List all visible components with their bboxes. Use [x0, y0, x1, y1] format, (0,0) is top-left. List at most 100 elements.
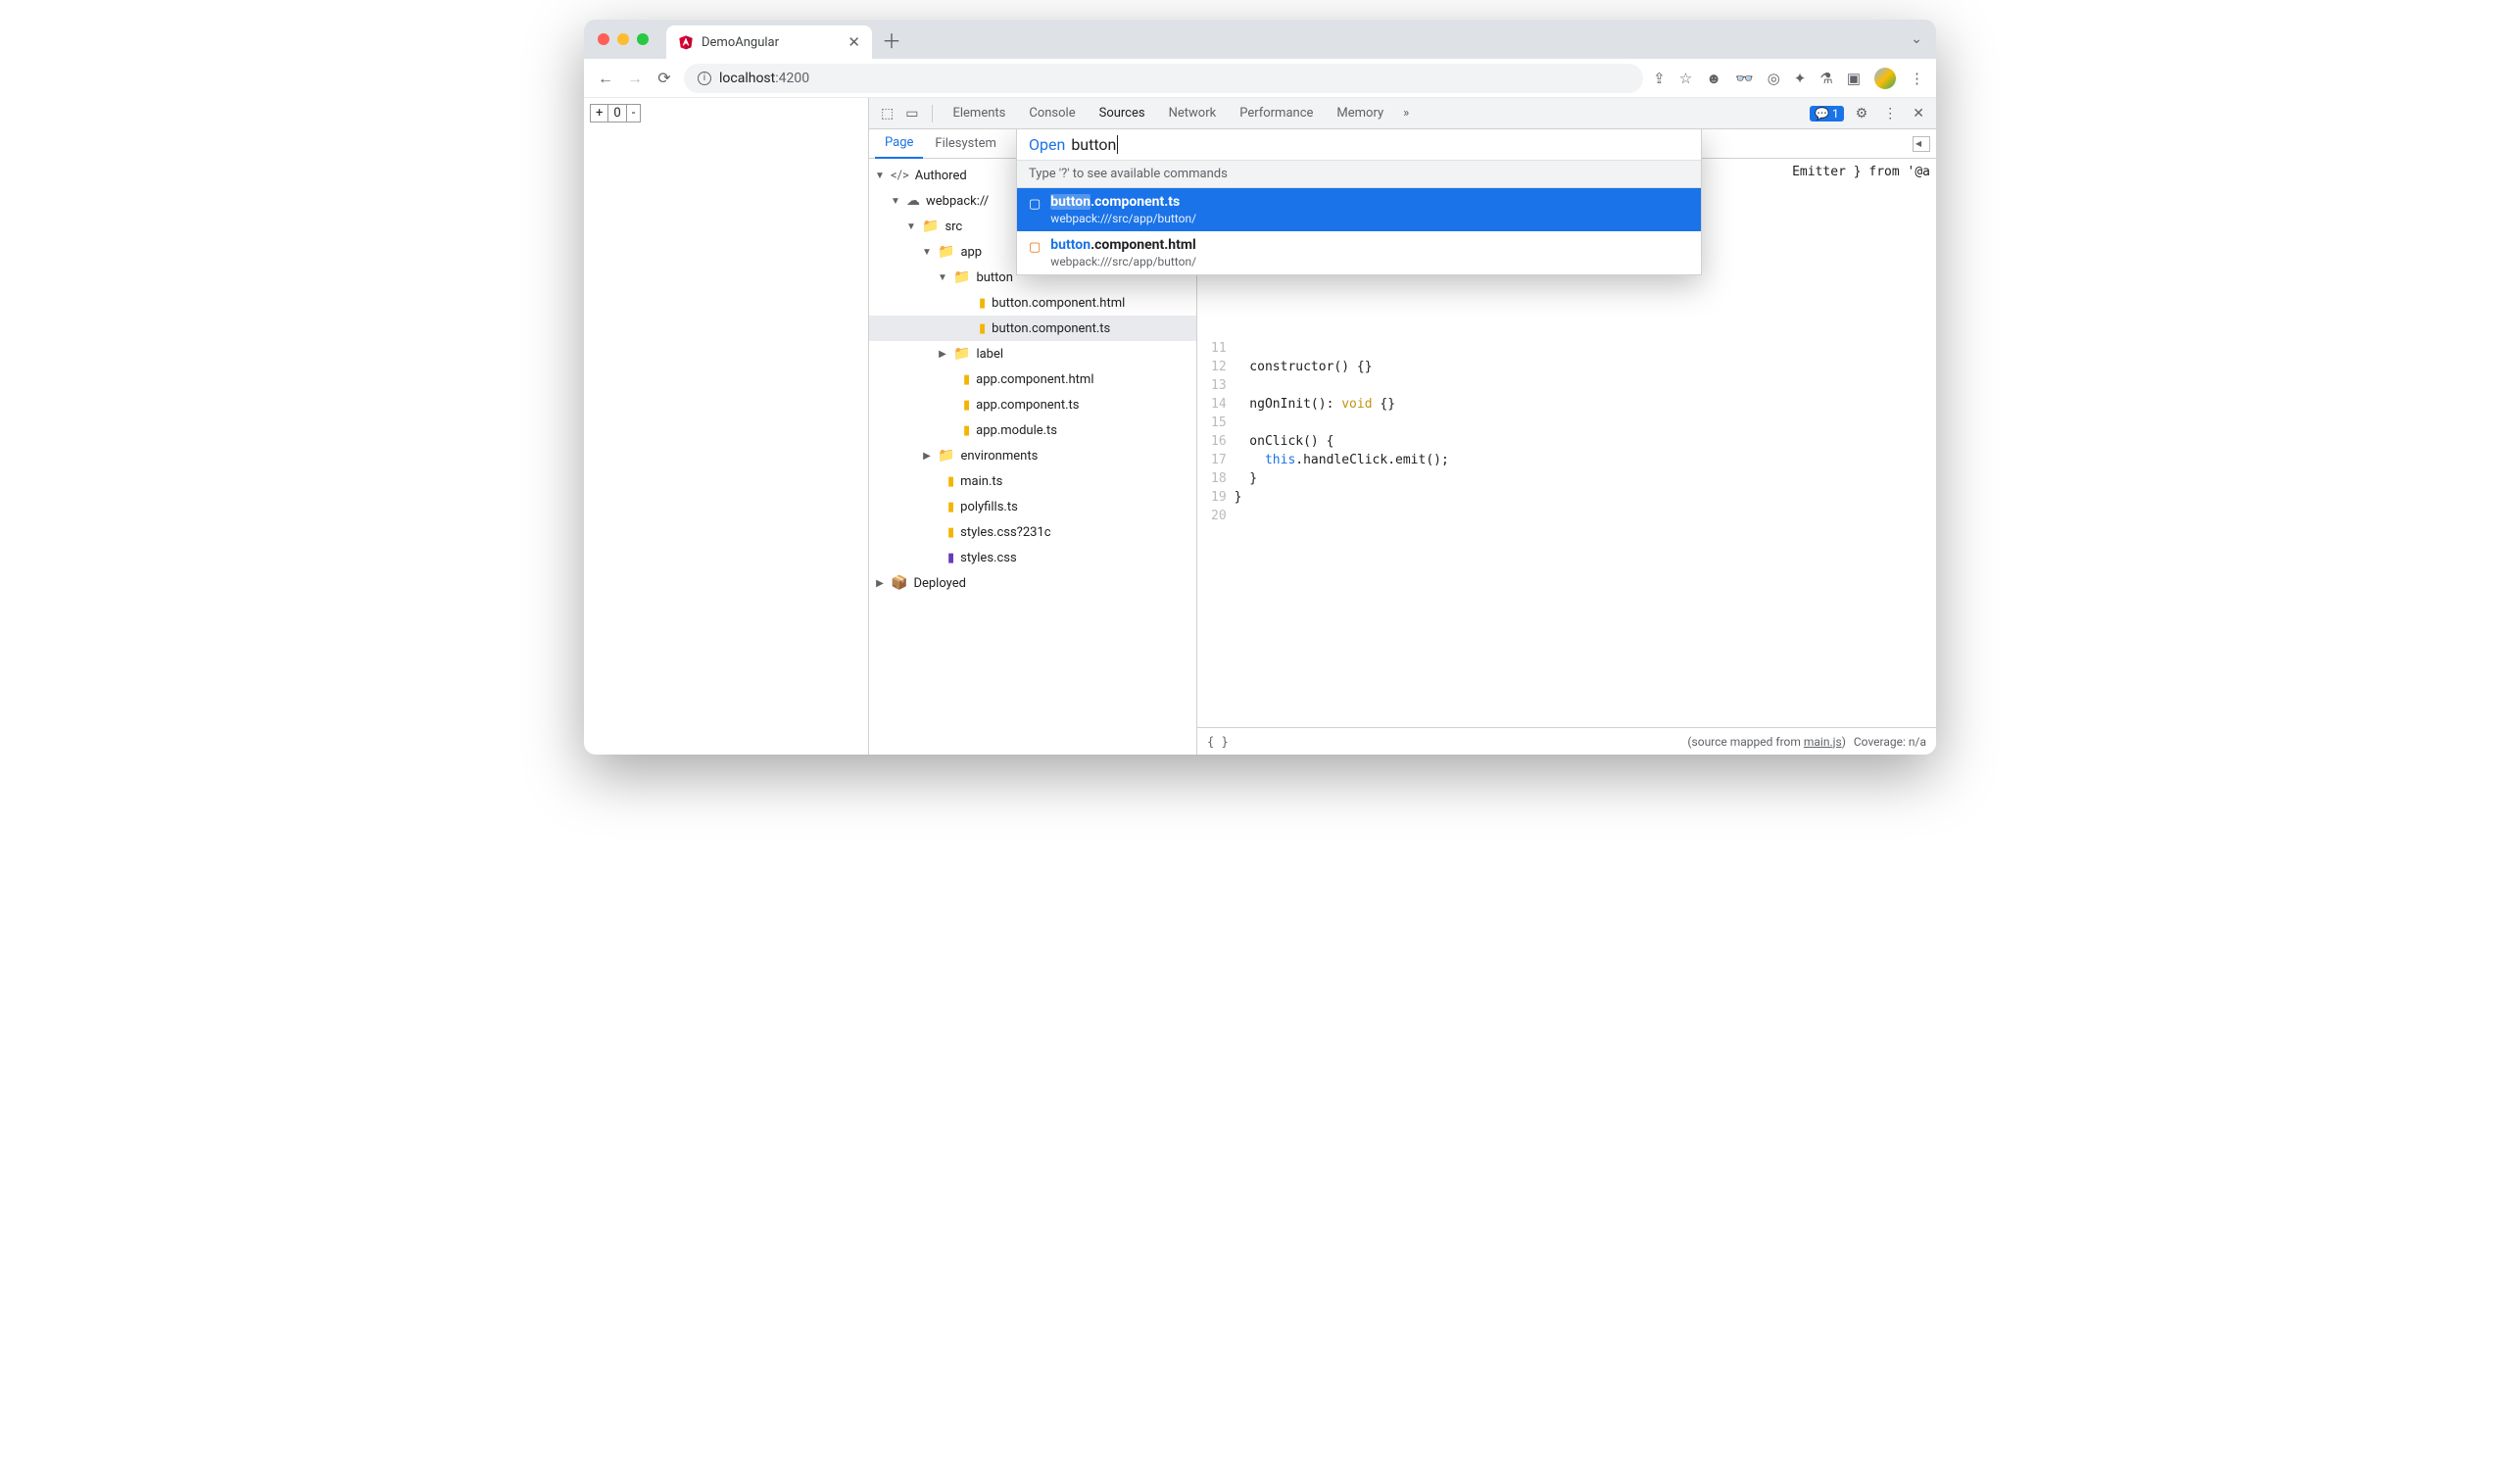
tree-button-ts[interactable]: ▮button.component.ts	[869, 316, 1196, 341]
folder-icon: 📁	[938, 244, 954, 260]
navigator-tab-page[interactable]: Page	[875, 129, 923, 159]
window-titlebar: DemoAngular ✕ ＋ ⌄	[584, 20, 1936, 59]
file-icon: ▮	[947, 525, 954, 540]
browser-menu-icon[interactable]: ⋮	[1910, 70, 1924, 87]
devtools-tabstrip: ⬚ ▭ Elements Console Sources Network Per…	[869, 98, 1936, 129]
address-bar[interactable]: i localhost:4200	[684, 64, 1643, 93]
navigator-tab-filesystem[interactable]: Filesystem	[925, 129, 1006, 158]
code-icon: </>	[891, 169, 909, 183]
tab-memory[interactable]: Memory	[1327, 98, 1393, 129]
pretty-print-button[interactable]: { }	[1207, 735, 1229, 749]
source-map-link[interactable]: main.js	[1804, 735, 1842, 749]
maximize-window-button[interactable]	[637, 33, 649, 45]
cloud-icon: ☁	[906, 193, 920, 209]
tab-performance[interactable]: Performance	[1230, 98, 1323, 129]
file-icon: ▮	[947, 551, 954, 565]
more-tabs-icon[interactable]: »	[1397, 106, 1415, 121]
tree-styles[interactable]: ▮styles.css	[869, 545, 1196, 570]
labs-icon[interactable]: ⚗	[1819, 70, 1832, 87]
quick-open-dialog: Open button Type '?' to see available co…	[1016, 129, 1702, 275]
settings-gear-icon[interactable]: ⚙	[1852, 106, 1872, 122]
extension-icon-3[interactable]: ◎	[1768, 70, 1780, 87]
folder-icon: 📁	[922, 219, 939, 234]
quick-open-label: Open	[1029, 135, 1065, 154]
file-icon: ▮	[979, 321, 986, 336]
tree-environments[interactable]: ▶📁environments	[869, 443, 1196, 468]
minimize-window-button[interactable]	[617, 33, 629, 45]
folder-icon: 📁	[953, 346, 970, 362]
tab-console[interactable]: Console	[1019, 98, 1085, 129]
quick-open-hint: Type '?' to see available commands	[1017, 160, 1701, 188]
quick-open-input[interactable]: Open button	[1017, 129, 1701, 160]
share-icon[interactable]: ⇪	[1653, 70, 1666, 87]
new-tab-button[interactable]: ＋	[882, 25, 901, 54]
tree-app-ts[interactable]: ▮app.component.ts	[869, 392, 1196, 417]
counter-widget: + 0 -	[590, 104, 641, 122]
devtools-panel: ⬚ ▭ Elements Console Sources Network Per…	[868, 98, 1936, 755]
file-icon: ▢	[1029, 240, 1041, 255]
back-button[interactable]: ←	[596, 69, 615, 88]
issues-badge[interactable]: 💬 1	[1810, 106, 1844, 122]
tree-polyfills[interactable]: ▮polyfills.ts	[869, 494, 1196, 519]
tree-app-html[interactable]: ▮app.component.html	[869, 366, 1196, 392]
extensions-puzzle-icon[interactable]: ✦	[1794, 70, 1807, 87]
browser-toolbar: ← → ⟳ i localhost:4200 ⇪ ☆ ☻ 👓 ◎ ✦ ⚗ ▣ ⋮	[584, 59, 1936, 98]
angular-icon	[678, 34, 694, 50]
quick-open-results: ▢ button.component.ts webpack:///src/app…	[1017, 188, 1701, 274]
tree-styles-q[interactable]: ▮styles.css?231c	[869, 519, 1196, 545]
folder-icon: 📁	[938, 448, 954, 464]
editor-statusbar: { } (source mapped from main.js) Coverag…	[1197, 727, 1936, 755]
device-toolbar-icon[interactable]: ▭	[901, 106, 922, 122]
devtools-menu-icon[interactable]: ⋮	[1879, 106, 1901, 122]
package-icon: 📦	[891, 575, 907, 591]
tab-sources[interactable]: Sources	[1090, 98, 1155, 129]
line-gutter: 11121314151617181920	[1197, 335, 1235, 727]
file-icon: ▮	[963, 423, 970, 438]
file-icon: ▮	[963, 398, 970, 413]
sidepanel-icon[interactable]: ▣	[1847, 70, 1861, 87]
tree-app-module[interactable]: ▮app.module.ts	[869, 417, 1196, 443]
tree-deployed[interactable]: ▶📦Deployed	[869, 570, 1196, 596]
toggle-debugger-pane-icon[interactable]	[1913, 136, 1930, 152]
close-tab-icon[interactable]: ✕	[848, 33, 860, 51]
increment-button[interactable]: +	[591, 105, 608, 122]
tree-main-ts[interactable]: ▮main.ts	[869, 468, 1196, 494]
extension-icon-2[interactable]: 👓	[1735, 70, 1754, 87]
counter-value: 0	[608, 105, 626, 122]
forward-button[interactable]: →	[625, 69, 645, 88]
tree-button-html[interactable]: ▮button.component.html	[869, 290, 1196, 316]
web-page-content: + 0 -	[584, 98, 868, 755]
source-mapped-label: (source mapped from main.js)	[1687, 735, 1845, 749]
quick-open-result[interactable]: ▢ button.component.ts webpack:///src/app…	[1017, 188, 1701, 231]
tree-label-folder[interactable]: ▶📁label	[869, 341, 1196, 366]
file-icon: ▢	[1029, 197, 1041, 212]
tab-title: DemoAngular	[702, 35, 840, 50]
file-icon: ▮	[947, 474, 954, 489]
window-controls	[598, 33, 649, 45]
separator	[932, 105, 933, 122]
file-icon: ▮	[947, 500, 954, 514]
partial-top-line: Emitter } from '@a	[1792, 165, 1930, 179]
folder-icon: 📁	[953, 269, 970, 285]
reload-button[interactable]: ⟳	[654, 69, 674, 87]
extension-icon-1[interactable]: ☻	[1706, 70, 1721, 87]
quick-open-result[interactable]: ▢ button.component.html webpack:///src/a…	[1017, 231, 1701, 274]
profile-avatar[interactable]	[1874, 68, 1896, 89]
file-icon: ▮	[963, 372, 970, 387]
code-lines: constructor() {} ngOnInit(): void {} onC…	[1235, 335, 1457, 727]
browser-tab[interactable]: DemoAngular ✕	[666, 25, 872, 59]
inspect-element-icon[interactable]: ⬚	[877, 106, 897, 122]
tab-dropdown-icon[interactable]: ⌄	[1911, 31, 1922, 47]
close-window-button[interactable]	[598, 33, 609, 45]
bookmark-icon[interactable]: ☆	[1679, 70, 1692, 87]
decrement-button[interactable]: -	[627, 105, 641, 122]
coverage-label: Coverage: n/a	[1854, 735, 1926, 749]
tab-elements[interactable]: Elements	[943, 98, 1015, 129]
file-icon: ▮	[979, 296, 986, 311]
tab-network[interactable]: Network	[1159, 98, 1227, 129]
quick-open-query: button	[1071, 135, 1118, 154]
site-info-icon[interactable]: i	[698, 72, 711, 85]
toolbar-actions: ⇪ ☆ ☻ 👓 ◎ ✦ ⚗ ▣ ⋮	[1653, 68, 1924, 89]
url-host: localhost:4200	[719, 71, 809, 86]
close-devtools-icon[interactable]: ✕	[1909, 106, 1928, 122]
